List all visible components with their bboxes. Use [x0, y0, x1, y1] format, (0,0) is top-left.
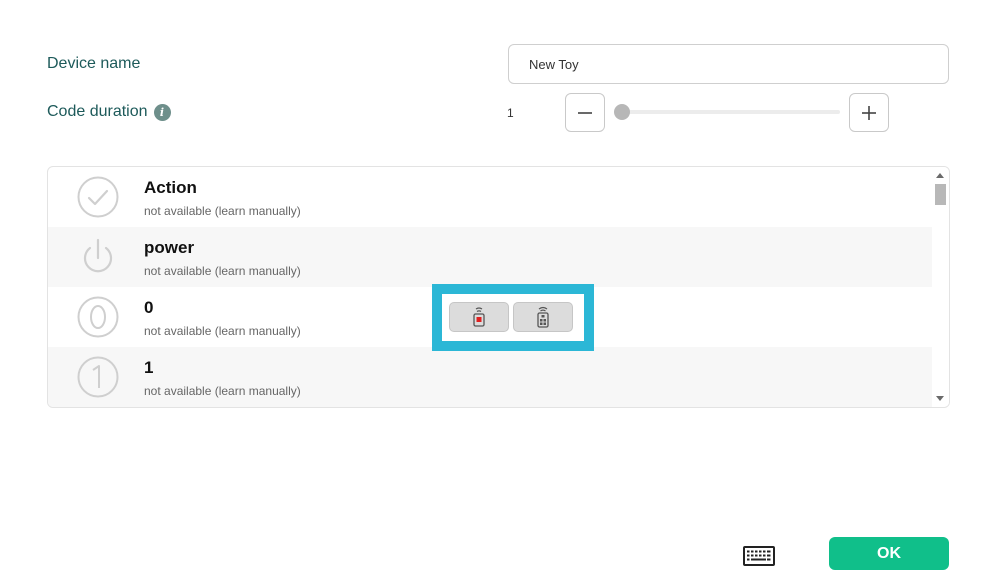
digit-0-icon [77, 296, 119, 338]
list-item[interactable]: power not available (learn manually) [48, 227, 934, 287]
scroll-up-arrow-icon[interactable] [936, 173, 944, 178]
decrease-duration-button[interactable] [565, 93, 605, 132]
item-subtitle: not available (learn manually) [144, 384, 301, 398]
scroll-down-arrow-icon[interactable] [936, 396, 944, 401]
device-name-label: Device name [47, 55, 141, 72]
digit-1-icon [77, 356, 119, 398]
device-name-input[interactable] [508, 44, 949, 84]
record-signal-icon [473, 307, 485, 327]
item-title: power [144, 238, 195, 257]
record-signal-button[interactable] [449, 302, 509, 332]
item-subtitle: not available (learn manually) [144, 324, 301, 338]
remote-control-button[interactable] [513, 302, 573, 332]
device-setup-page: Device name Code duration i 1 Action not… [0, 0, 992, 582]
popup-body [442, 294, 584, 341]
info-icon[interactable]: i [153, 103, 171, 121]
minus-icon [578, 111, 592, 114]
item-title: Action [144, 178, 197, 197]
duration-slider-thumb[interactable] [614, 104, 630, 120]
learn-options-popup [432, 284, 594, 351]
power-icon [83, 238, 113, 273]
ok-button[interactable]: OK [829, 537, 949, 570]
plus-icon [862, 105, 876, 120]
item-title: 1 [144, 358, 154, 377]
increase-duration-button[interactable] [849, 93, 889, 132]
scroll-thumb[interactable] [935, 184, 946, 205]
code-duration-value: 1 [507, 106, 514, 120]
item-subtitle: not available (learn manually) [144, 264, 301, 278]
code-duration-label: Code duration [47, 103, 148, 120]
keyboard-icon[interactable] [743, 546, 775, 566]
remote-control-icon [537, 306, 549, 328]
list-scrollbar[interactable] [932, 167, 949, 407]
item-title: 0 [144, 298, 154, 317]
list-item[interactable]: 1 not available (learn manually) [48, 347, 934, 407]
list-item[interactable]: Action not available (learn manually) [48, 167, 934, 227]
check-circle-icon [77, 176, 119, 218]
item-subtitle: not available (learn manually) [144, 204, 301, 218]
duration-slider-track[interactable] [614, 110, 840, 114]
code-duration-label-wrap: Code duration i [47, 103, 171, 121]
